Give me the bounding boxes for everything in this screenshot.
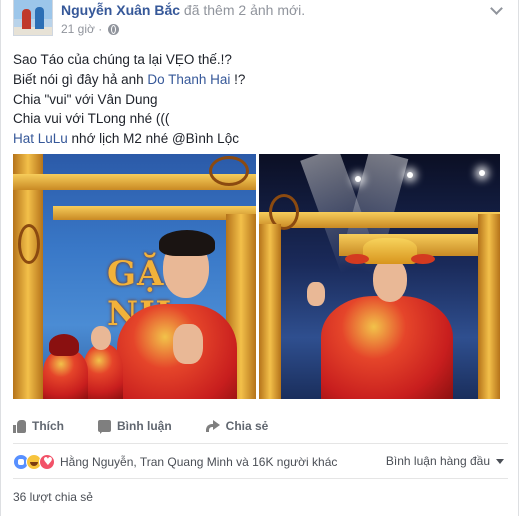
- like-button[interactable]: Thích: [13, 419, 64, 433]
- facebook-post: Nguyễn Xuân Bắc đã thêm 2 ảnh mới. 21 gi…: [0, 0, 519, 516]
- post-text-line: Biết nói gì đây hả anh Do Thanh Hai !?: [13, 71, 246, 87]
- comment-sort-dropdown[interactable]: Bình luận hàng đầu: [386, 454, 504, 468]
- share-icon: [205, 420, 220, 432]
- caret-down-icon: [496, 458, 504, 464]
- comment-button[interactable]: Bình luận: [98, 419, 172, 434]
- post-text-line: Chia vui với TLong nhé (((: [13, 111, 170, 127]
- reactions-bar: Hằng Nguyễn, Tran Quang Minh và 16K ngườ…: [13, 453, 508, 471]
- post-text-line: Sao Táo của chúng ta lại VẸO thế.!?: [13, 52, 232, 67]
- post-header: Nguyễn Xuân Bắc đã thêm 2 ảnh mới. 21 gi…: [13, 0, 513, 42]
- mention-link[interactable]: Hat LuLu: [13, 131, 68, 146]
- photo-grid: GẶP NH: [13, 154, 500, 399]
- post-timestamp[interactable]: 21 giờ ·: [61, 22, 102, 36]
- comment-sort-label: Bình luận hàng đầu: [385, 454, 490, 468]
- mention-link[interactable]: Do Thanh Hai: [147, 72, 230, 87]
- divider: [13, 478, 508, 479]
- reactions-summary[interactable]: Hằng Nguyễn, Tran Quang Minh và 16K ngườ…: [60, 455, 337, 469]
- divider: [13, 443, 508, 444]
- chevron-down-icon[interactable]: [490, 2, 503, 15]
- post-action-text: đã thêm 2 ảnh mới.: [183, 2, 306, 18]
- thumbs-up-icon: [13, 419, 26, 433]
- share-label: Chia sẻ: [225, 419, 269, 433]
- share-count[interactable]: 36 lượt chia sẻ: [13, 490, 93, 504]
- post-photo-1[interactable]: GẶP NH: [13, 154, 256, 399]
- post-photo-2[interactable]: [259, 154, 500, 399]
- globe-icon[interactable]: [108, 23, 120, 35]
- post-meta: 21 giờ ·: [61, 22, 120, 36]
- post-text-line: Chia "vui" với Vân Dung: [13, 91, 158, 107]
- post-text: Sao Táo của chúng ta lại VẸO thế.!? Biết…: [13, 50, 245, 149]
- comment-icon: [98, 420, 111, 434]
- author-avatar[interactable]: [13, 0, 53, 36]
- author-name[interactable]: Nguyễn Xuân Bắc: [61, 2, 180, 18]
- post-actions: Thích Bình luận Chia sẻ: [13, 414, 508, 438]
- comment-label: Bình luận: [117, 419, 172, 433]
- post-title-line: Nguyễn Xuân Bắc đã thêm 2 ảnh mới.: [61, 2, 305, 18]
- like-label: Thích: [32, 419, 64, 433]
- post-text-line: Hat LuLu nhớ lịch M2 nhé @Bình Lộc: [13, 131, 239, 147]
- love-icon[interactable]: [39, 454, 55, 470]
- share-button[interactable]: Chia sẻ: [205, 419, 269, 433]
